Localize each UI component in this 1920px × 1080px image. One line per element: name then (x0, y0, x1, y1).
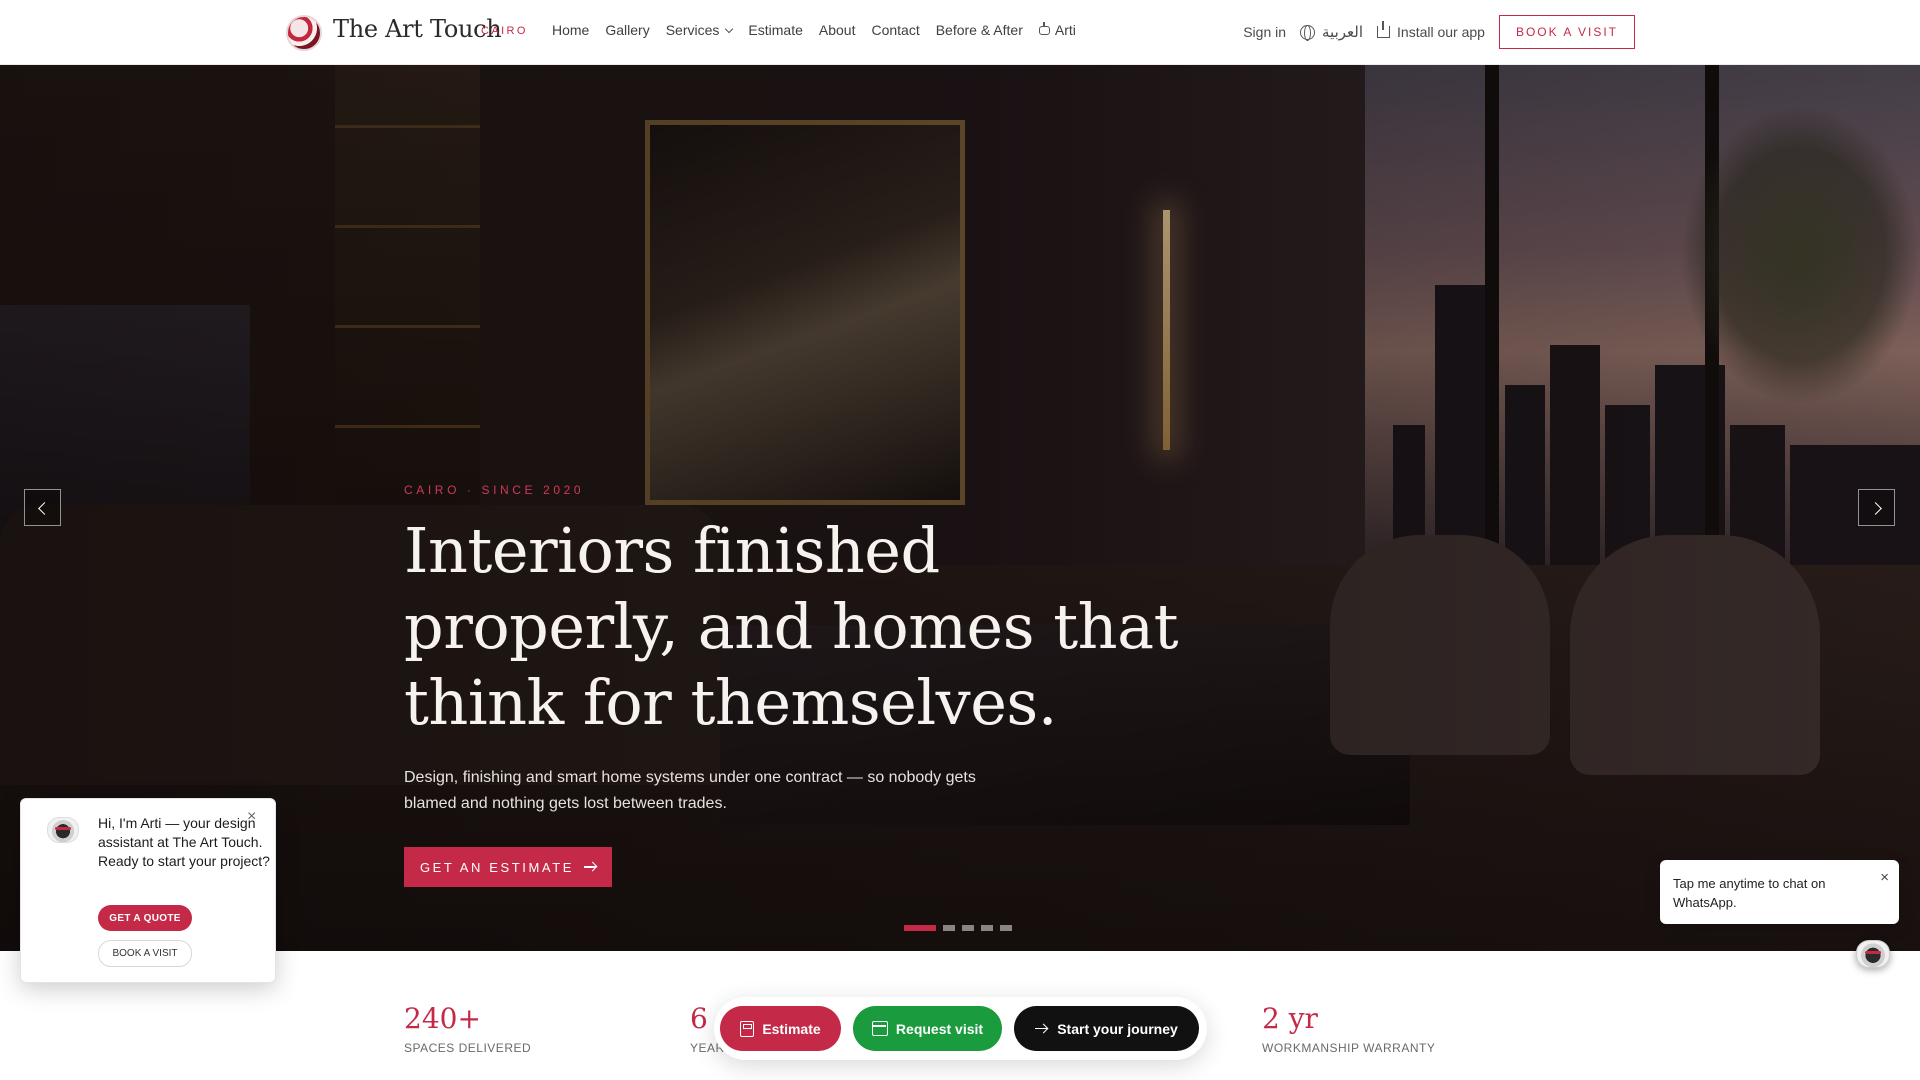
request-visit-label: Request visit (895, 1020, 984, 1037)
nav-contact[interactable]: Contact (871, 22, 919, 38)
whatsapp-tip-text: Tap me anytime to chat on WhatsApp. (1673, 876, 1826, 910)
hero-kicker: CAIRO · SINCE 2020 (404, 483, 585, 497)
nav-home[interactable]: Home (552, 22, 589, 38)
arrow-right-icon (1035, 1027, 1048, 1030)
close-icon[interactable]: × (1880, 868, 1889, 887)
whatsapp-bot-icon[interactable] (1856, 940, 1890, 968)
slide-indicators (904, 925, 1019, 931)
request-visit-button[interactable]: Request visit (853, 1006, 1002, 1051)
get-quote-button[interactable]: GET A QUOTE (98, 905, 192, 931)
hero-slider: CAIRO · SINCE 2020 Interiors finished pr… (0, 65, 1920, 951)
chevron-down-icon (725, 24, 734, 33)
next-slide-button[interactable] (1858, 489, 1895, 526)
floating-action-bar: Estimate Request visit Start your journe… (714, 997, 1207, 1060)
stat-label: SPACES DELIVERED (404, 1041, 532, 1055)
start-journey-label: Start your journey (1057, 1020, 1178, 1037)
slide-dot[interactable] (981, 925, 993, 931)
nav-gallery[interactable]: Gallery (605, 22, 649, 38)
nav-links: Home Gallery Services Estimate About Con… (552, 21, 1092, 38)
get-estimate-label: GET AN ESTIMATE (419, 859, 575, 875)
language-label: العربية (1322, 23, 1364, 41)
stat-spaces: 240+ SPACES DELIVERED (404, 1002, 531, 1055)
arrow-right-icon (584, 866, 597, 868)
brand-city: CAIRO (481, 25, 528, 37)
close-icon[interactable]: × (247, 808, 256, 826)
estimate-label: Estimate (762, 1020, 821, 1037)
globe-icon (1300, 24, 1316, 41)
hero-overlay (0, 65, 1920, 951)
hero-title: Interiors finished properly, and homes t… (404, 514, 1179, 739)
language-switch[interactable]: العربية (1300, 23, 1363, 41)
slide-dot[interactable] (904, 925, 936, 931)
stat-label: WORKMANSHIP WARRANTY (1262, 1041, 1436, 1055)
brand-name[interactable]: The Art Touch (333, 15, 502, 43)
install-app-link[interactable]: Install our app (1377, 21, 1485, 40)
nav-about[interactable]: About (819, 22, 856, 38)
robot-icon (1038, 21, 1050, 35)
calculator-icon (740, 1020, 755, 1037)
slide-dot[interactable] (1000, 925, 1012, 931)
nav-services-label: Services (665, 22, 720, 38)
arti-book-visit-button[interactable]: BOOK A VISIT (98, 940, 192, 967)
sign-in-link[interactable]: Sign in (1243, 24, 1286, 40)
prev-slide-button[interactable] (24, 489, 61, 526)
download-icon (1377, 21, 1391, 38)
stat-value: 240+ (404, 1002, 481, 1035)
stat-warranty: 2 yr WORKMANSHIP WARRANTY (1262, 1002, 1435, 1055)
arti-chat-popup: Hi, I'm Arti — your design assistant at … (20, 798, 276, 983)
nav-before-after[interactable]: Before & After (936, 22, 1023, 38)
start-journey-button[interactable]: Start your journey (1014, 1006, 1199, 1051)
arti-avatar-icon (47, 817, 79, 843)
slide-dot[interactable] (943, 925, 955, 931)
nav-arti[interactable]: Arti (1038, 21, 1076, 38)
stat-value: 2 yr (1262, 1002, 1318, 1035)
install-app-label: Install our app (1397, 24, 1485, 40)
estimate-button[interactable]: Estimate (720, 1006, 841, 1051)
nav-arti-label: Arti (1054, 22, 1076, 38)
arti-message: Hi, I'm Arti — your design assistant at … (98, 815, 270, 869)
hero-subtitle: Design, finishing and smart home systems… (404, 769, 976, 812)
book-visit-button[interactable]: BOOK A VISIT (1498, 15, 1635, 49)
whatsapp-tooltip[interactable]: Tap me anytime to chat on WhatsApp. × (1660, 860, 1899, 924)
get-estimate-button[interactable]: GET AN ESTIMATE (404, 847, 612, 887)
top-navbar: The Art Touch CAIRO Home Gallery Service… (0, 0, 1920, 65)
nav-services[interactable]: Services (665, 22, 734, 38)
calendar-icon (871, 1021, 888, 1036)
nav-actions: Sign in العربية Install our app BOOK A V… (1243, 15, 1635, 49)
slide-dot[interactable] (962, 925, 974, 931)
nav-estimate[interactable]: Estimate (748, 22, 802, 38)
logo-icon[interactable] (286, 15, 322, 51)
